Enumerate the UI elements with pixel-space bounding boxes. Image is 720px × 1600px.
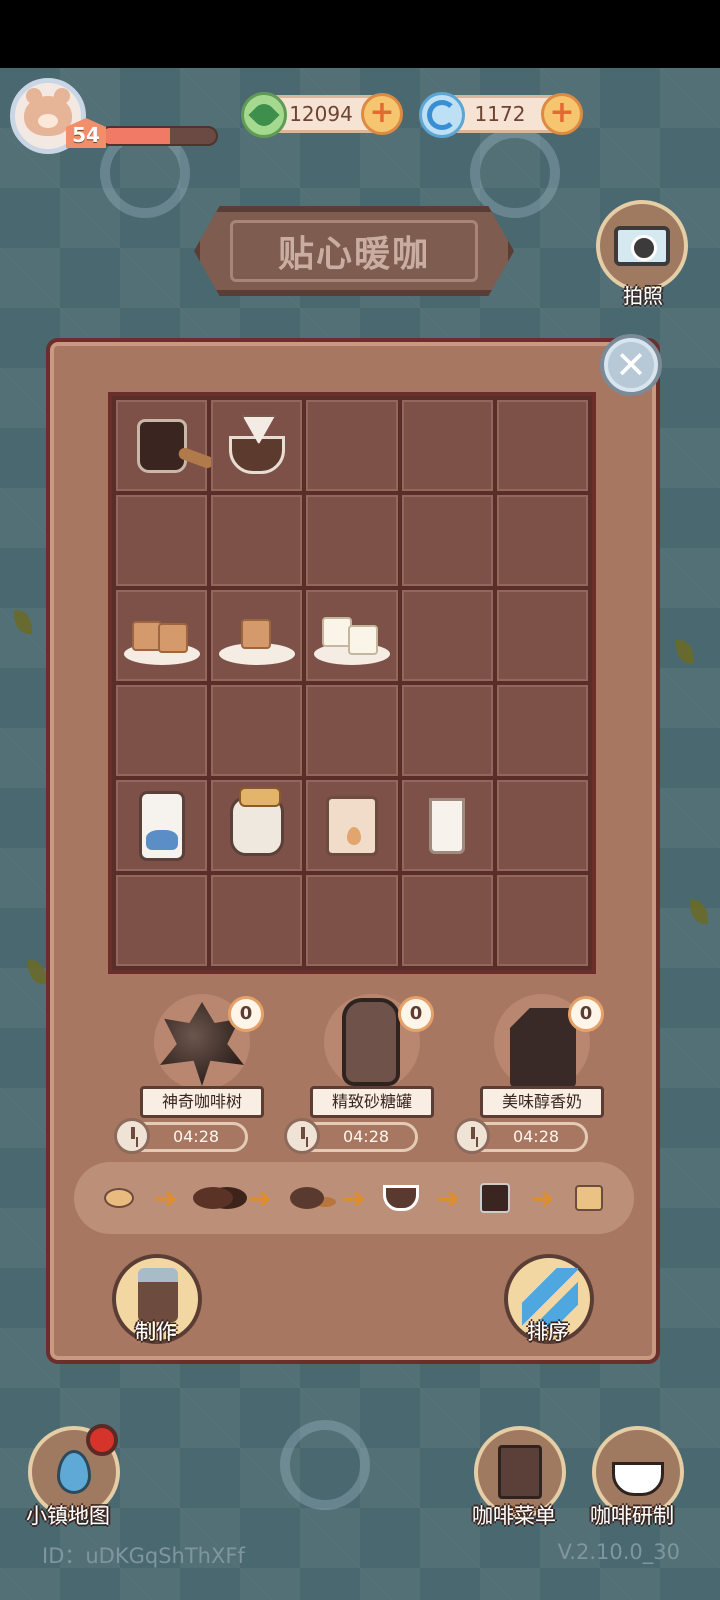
inventory-slot[interactable] <box>306 685 398 776</box>
espresso-shots-icon <box>563 1178 615 1218</box>
inventory-slot[interactable] <box>116 685 208 776</box>
clock-icon <box>114 1118 150 1154</box>
coffee-jug-icon <box>469 1178 521 1218</box>
inventory-slot[interactable] <box>306 400 398 491</box>
inventory-slot[interactable] <box>211 780 303 871</box>
add-mint-button[interactable]: + <box>361 93 403 135</box>
producer-sugar-jar[interactable]: 0 精致砂糖罐 04:28 <box>284 988 434 1158</box>
add-swirl-button[interactable]: + <box>541 93 583 135</box>
milk-bottle-icon <box>138 790 185 861</box>
swirl-currency: 1172 + <box>419 92 583 138</box>
arrow-right-icon: ➔ <box>342 1181 366 1215</box>
glass-of-milk-icon <box>429 797 466 854</box>
background-sun-decoration <box>470 128 560 218</box>
producer-count: 0 <box>568 996 604 1032</box>
background-sun-decoration <box>280 1420 370 1510</box>
coffee-menu-label: 咖啡菜单 <box>472 1504 556 1528</box>
coffee-jug-icon <box>136 418 187 473</box>
inventory-slot[interactable] <box>306 875 398 966</box>
arrow-right-icon: ➔ <box>530 1181 554 1215</box>
map-pin-icon <box>57 1450 91 1494</box>
inventory-slot[interactable] <box>496 685 588 776</box>
inventory-slot[interactable] <box>211 590 303 681</box>
inventory-slot[interactable] <box>211 495 303 586</box>
coffee-cup-icon <box>228 435 285 474</box>
arrow-right-icon: ➔ <box>248 1181 272 1215</box>
milk-jar-icon <box>229 786 284 856</box>
producer-name: 美味醇香奶 <box>480 1086 604 1118</box>
sort-label: 排序 <box>527 1320 569 1344</box>
brown-sugar-cubes-icon <box>123 620 200 665</box>
producer-count: 0 <box>228 996 264 1032</box>
inventory-slot[interactable] <box>401 780 493 871</box>
version-label: V.2.10.0_30 <box>557 1540 680 1564</box>
inventory-grid <box>108 392 596 974</box>
inventory-slot[interactable] <box>116 400 208 491</box>
inventory-slot[interactable] <box>496 400 588 491</box>
title-banner: 贴心暖咖 <box>194 206 514 296</box>
inventory-slot[interactable] <box>306 495 398 586</box>
menu-book-icon <box>498 1445 542 1499</box>
merge-chain: ➔ ➔ ➔ ➔ ➔ <box>74 1162 634 1234</box>
inventory-slot[interactable] <box>496 590 588 681</box>
status-bar <box>0 0 720 68</box>
clock-icon <box>284 1118 320 1154</box>
camera-label: 拍照 <box>623 284 663 308</box>
inventory-slot[interactable] <box>496 780 588 871</box>
producer-count: 0 <box>398 996 434 1032</box>
producer-milk-carton[interactable]: 0 美味醇香奶 04:28 <box>454 988 604 1158</box>
milk-powder-bag-icon <box>325 795 378 856</box>
inventory-slot[interactable] <box>401 495 493 586</box>
white-sugar-cubes-icon <box>313 616 390 665</box>
coffee-research-label: 咖啡研制 <box>590 1504 674 1528</box>
roasted-beans-icon <box>187 1178 239 1218</box>
producer-name: 神奇咖啡树 <box>140 1086 264 1118</box>
arrow-right-icon: ➔ <box>153 1181 178 1215</box>
inventory-slot[interactable] <box>211 875 303 966</box>
inventory-slot[interactable] <box>401 590 493 681</box>
producer-name: 精致砂糖罐 <box>310 1086 434 1118</box>
xp-progress-bar <box>100 126 218 146</box>
sugar-jar-icon <box>342 998 400 1086</box>
inventory-slot[interactable] <box>116 495 208 586</box>
close-icon: ✕ <box>608 342 654 388</box>
coffee-scoop-icon <box>281 1178 333 1218</box>
player-id: ID：uDKGqShThXFf <box>42 1544 245 1568</box>
make-label: 制作 <box>135 1320 177 1344</box>
inventory-slot[interactable] <box>306 780 398 871</box>
camera-button[interactable] <box>596 200 688 292</box>
notification-dot <box>86 1424 118 1456</box>
filter-cup-icon <box>375 1178 427 1218</box>
arrow-right-icon: ➔ <box>436 1181 460 1215</box>
inventory-slot[interactable] <box>211 400 303 491</box>
producer-coffee-tree[interactable]: 0 神奇咖啡树 04:28 <box>114 988 264 1158</box>
inventory-slot[interactable] <box>401 400 493 491</box>
inventory-slot[interactable] <box>116 875 208 966</box>
bear-avatar-icon <box>24 88 72 136</box>
milk-carton-icon <box>510 1008 576 1088</box>
inventory-slot[interactable] <box>211 685 303 776</box>
inventory-slot[interactable] <box>496 875 588 966</box>
brown-sugar-cube-icon <box>218 618 295 665</box>
xp-progress-fill <box>102 128 171 144</box>
camera-icon <box>614 226 670 266</box>
town-map-label: 小镇地图 <box>26 1504 110 1528</box>
clock-icon <box>454 1118 490 1154</box>
inventory-slot[interactable] <box>401 875 493 966</box>
close-button[interactable]: ✕ <box>600 334 662 396</box>
inventory-slot[interactable] <box>116 780 208 871</box>
coffee-grinder-icon <box>138 1268 178 1322</box>
inventory-slot[interactable] <box>401 685 493 776</box>
coffee-cup-icon <box>612 1462 664 1496</box>
coffee-bean-icon <box>93 1178 145 1218</box>
page-title: 贴心暖咖 <box>277 234 430 275</box>
inventory-slot[interactable] <box>116 590 208 681</box>
inventory-slot[interactable] <box>306 590 398 681</box>
inventory-slot[interactable] <box>496 495 588 586</box>
mint-currency: 12094 + <box>241 92 403 138</box>
